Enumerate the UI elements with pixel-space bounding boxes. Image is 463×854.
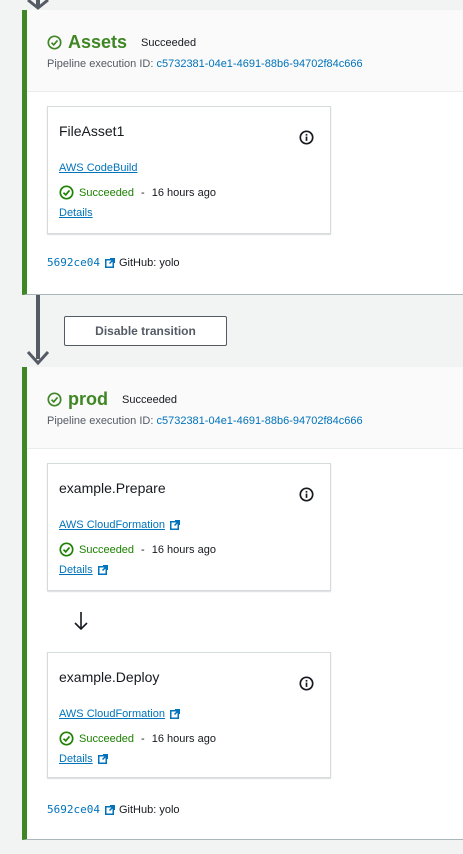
details-link[interactable]: Details [59,753,108,765]
stage-header: prod Succeeded Pipeline execution ID: c5… [27,367,463,449]
action-status: Succeeded [79,186,135,199]
provider-label: AWS CloudFormation [59,708,165,720]
action-provider-link[interactable]: AWS CodeBuild [59,162,137,174]
commit-link[interactable]: 5692ce04 [47,256,100,269]
arrow-down-icon [26,350,50,366]
action-title: FileAsset1 [59,123,125,139]
check-circle-icon [47,35,62,50]
arrow-down-icon [74,612,88,631]
external-link-icon [104,257,115,268]
action-card-example-deploy: example.Deploy AWS CloudFormation Succee… [47,652,331,778]
stage-name: Assets [68,32,128,52]
action-status-row: Succeeded - 16 hours ago [59,542,216,557]
action-status: Succeeded [79,543,135,556]
details-label: Details [59,753,93,765]
action-time: 16 hours ago [151,732,216,745]
info-icon[interactable] [299,130,314,145]
external-link-icon [97,565,108,575]
check-circle-icon [59,542,74,557]
commit-link[interactable]: 5692ce04 [47,803,100,816]
stage-prod: prod Succeeded Pipeline execution ID: c5… [22,367,463,840]
execution-id-label: Pipeline execution ID: [47,415,154,427]
action-provider-link[interactable]: AWS CloudFormation [59,708,180,720]
stage-header: Assets Succeeded Pipeline execution ID: … [27,10,463,92]
execution-id-row: Pipeline execution ID: c5732381-04e1-469… [47,415,363,427]
details-link[interactable]: Details [59,207,93,219]
status-separator: - [141,732,145,745]
external-link-icon [169,709,180,719]
execution-id-label: Pipeline execution ID: [47,58,154,70]
action-title: example.Prepare [59,480,166,496]
action-status-row: Succeeded - 16 hours ago [59,731,216,746]
external-link-icon [97,754,108,764]
stage-name: prod [68,389,108,409]
action-status: Succeeded [79,732,135,745]
details-link[interactable]: Details [59,564,108,576]
details-label: Details [59,207,93,219]
stage-status: Succeeded [141,36,197,49]
external-link-icon [169,520,180,530]
external-link-icon [104,804,115,815]
github-branch: GitHub: yolo [118,256,180,269]
check-circle-icon [59,185,74,200]
action-card-fileasset1: FileAsset1 AWS CodeBuild Succeeded - 16 … [47,106,331,234]
info-icon[interactable] [299,676,314,691]
info-icon[interactable] [299,487,314,502]
action-title: example.Deploy [59,669,160,685]
source-revision-row: 5692ce04 GitHub: yolo [47,256,180,269]
execution-id-row: Pipeline execution ID: c5732381-04e1-469… [47,58,363,70]
provider-label: AWS CodeBuild [59,162,138,174]
source-revision-row: 5692ce04 GitHub: yolo [47,803,180,816]
provider-label: AWS CloudFormation [59,519,165,531]
check-circle-icon [47,392,62,407]
execution-id-link[interactable]: c5732381-04e1-4691-88b6-94702f84c666 [156,58,362,70]
stage-status: Succeeded [122,393,178,406]
action-time: 16 hours ago [151,543,216,556]
action-provider-link[interactable]: AWS CloudFormation [59,519,180,531]
action-time: 16 hours ago [151,186,216,199]
action-card-example-prepare: example.Prepare AWS CloudFormation Succe… [47,463,331,591]
check-circle-icon [59,731,74,746]
execution-id-link[interactable]: c5732381-04e1-4691-88b6-94702f84c666 [156,415,362,427]
status-separator: - [141,186,145,199]
stage-assets: Assets Succeeded Pipeline execution ID: … [22,10,463,295]
status-separator: - [141,543,145,556]
disable-transition-button[interactable]: Disable transition [64,316,227,346]
details-label: Details [59,564,93,576]
action-status-row: Succeeded - 16 hours ago [59,185,216,200]
github-branch: GitHub: yolo [118,803,180,816]
